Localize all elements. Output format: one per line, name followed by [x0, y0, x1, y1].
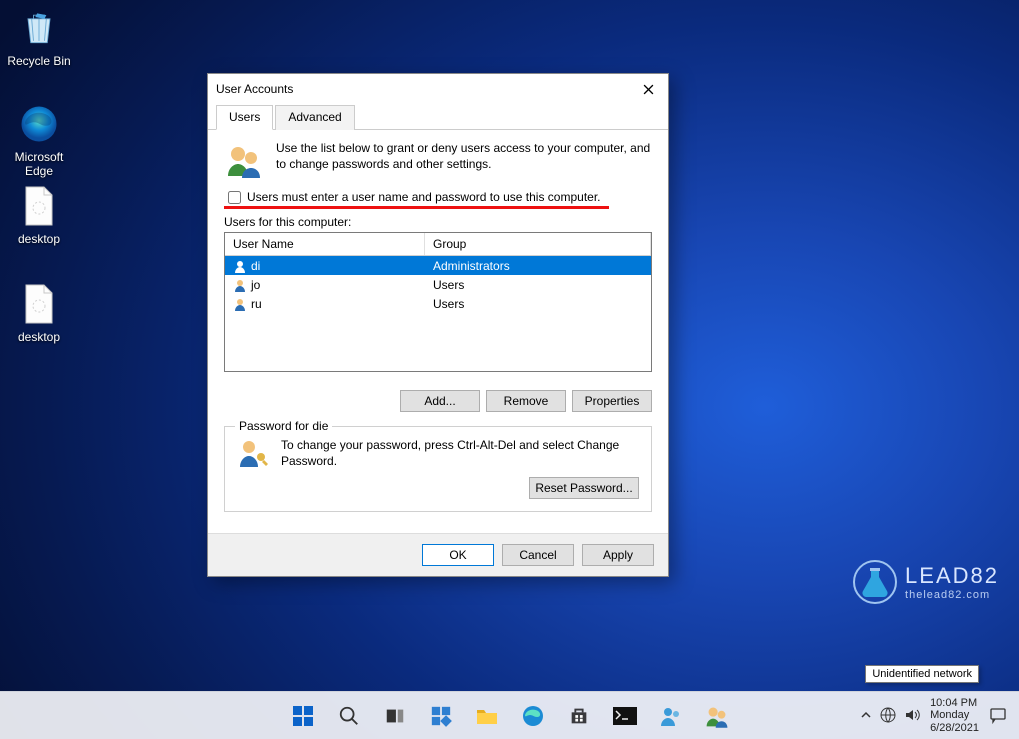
volume-icon[interactable] — [904, 707, 920, 723]
reset-password-button[interactable]: Reset Password... — [529, 477, 639, 499]
ok-button[interactable]: OK — [422, 544, 494, 566]
intro-text: Use the list below to grant or deny user… — [276, 140, 652, 180]
taskbar-clock[interactable]: 10:04 PM Monday 6/28/2021 — [930, 697, 979, 735]
terminal-button[interactable] — [605, 696, 645, 736]
store-button[interactable] — [559, 696, 599, 736]
start-button[interactable] — [283, 696, 323, 736]
taskbar: 10:04 PM Monday 6/28/2021 — [0, 691, 1019, 739]
apply-button[interactable]: Apply — [582, 544, 654, 566]
list-row[interactable]: jo Users — [225, 275, 651, 294]
clock-date: 6/28/2021 — [930, 722, 979, 735]
window-title: User Accounts — [216, 82, 293, 96]
user-name: jo — [251, 278, 260, 292]
tab-advanced[interactable]: Advanced — [275, 105, 354, 130]
user-group: Users — [433, 278, 464, 292]
store-icon — [568, 705, 590, 727]
user-row-icon — [233, 259, 247, 273]
user-key-icon — [237, 437, 269, 469]
password-group-legend: Password for die — [235, 419, 332, 433]
search-icon — [338, 705, 360, 727]
column-username[interactable]: User Name — [225, 233, 425, 255]
task-view-button[interactable] — [375, 696, 415, 736]
remove-button[interactable]: Remove — [486, 390, 566, 412]
windows-logo-icon — [291, 704, 315, 728]
edge-icon — [521, 704, 545, 728]
tab-users[interactable]: Users — [216, 105, 273, 130]
list-row[interactable]: ru Users — [225, 294, 651, 313]
column-group[interactable]: Group — [425, 233, 651, 255]
watermark-brand: LEAD82 — [905, 563, 999, 589]
cancel-button[interactable]: Cancel — [502, 544, 574, 566]
clock-day: Monday — [930, 709, 979, 722]
desktop-icon-label: Microsoft Edge — [2, 150, 76, 178]
tab-strip: Users Advanced — [208, 104, 668, 130]
highlight-underline — [224, 206, 609, 209]
settings-users-button[interactable] — [651, 696, 691, 736]
desktop-icon-file-1[interactable]: desktop — [2, 182, 76, 246]
users-icon — [704, 703, 730, 729]
user-group: Users — [433, 297, 464, 311]
watermark-url: thelead82.com — [905, 589, 999, 601]
network-icon[interactable] — [880, 707, 896, 723]
task-view-icon — [384, 705, 406, 727]
user-group: Administrators — [433, 259, 510, 273]
flask-icon — [853, 560, 897, 604]
explorer-button[interactable] — [467, 696, 507, 736]
close-icon — [643, 84, 654, 95]
password-groupbox: Password for die To change your password… — [224, 426, 652, 512]
users-icon — [224, 140, 264, 180]
user-name: ru — [251, 297, 262, 311]
desktop-icon-recycle-bin[interactable]: Recycle Bin — [2, 4, 76, 68]
user-name: di — [251, 259, 260, 273]
password-text: To change your password, press Ctrl-Alt-… — [281, 437, 639, 469]
widgets-icon — [430, 705, 452, 727]
properties-button[interactable]: Properties — [572, 390, 652, 412]
close-button[interactable] — [636, 77, 660, 101]
require-password-label[interactable]: Users must enter a user name and passwor… — [247, 190, 601, 204]
netplwiz-button[interactable] — [697, 696, 737, 736]
add-button[interactable]: Add... — [400, 390, 480, 412]
terminal-icon — [613, 707, 637, 725]
network-tooltip: Unidentified network — [865, 665, 979, 683]
users-list[interactable]: User Name Group diAdministratorsjoUsersr… — [224, 232, 652, 372]
desktop-icon-edge[interactable]: Microsoft Edge — [2, 100, 76, 178]
folder-icon — [475, 705, 499, 727]
list-header: User Name Group — [225, 233, 651, 256]
desktop-icon-file-2[interactable]: desktop — [2, 280, 76, 344]
desktop-icon-label: desktop — [2, 330, 76, 344]
notifications-icon[interactable] — [989, 706, 1007, 724]
clock-time: 10:04 PM — [930, 697, 979, 710]
file-icon — [15, 280, 63, 328]
edge-taskbar-button[interactable] — [513, 696, 553, 736]
titlebar[interactable]: User Accounts — [208, 74, 668, 104]
user-row-icon — [233, 278, 247, 292]
desktop-icon-label: Recycle Bin — [2, 54, 76, 68]
widgets-button[interactable] — [421, 696, 461, 736]
recycle-bin-icon — [15, 4, 63, 52]
users-small-icon — [659, 704, 683, 728]
edge-icon — [15, 100, 63, 148]
user-accounts-dialog: User Accounts Users Advanced Use the lis… — [207, 73, 669, 577]
dialog-bottom-buttons: OK Cancel Apply — [208, 533, 668, 576]
require-password-checkbox[interactable] — [228, 191, 241, 204]
watermark: LEAD82 thelead82.com — [853, 560, 999, 604]
tray-chevron-icon[interactable] — [860, 709, 872, 721]
search-button[interactable] — [329, 696, 369, 736]
users-list-label: Users for this computer: — [224, 215, 652, 229]
user-row-icon — [233, 297, 247, 311]
desktop-icon-label: desktop — [2, 232, 76, 246]
list-row[interactable]: di Administrators — [225, 256, 651, 275]
file-icon — [15, 182, 63, 230]
